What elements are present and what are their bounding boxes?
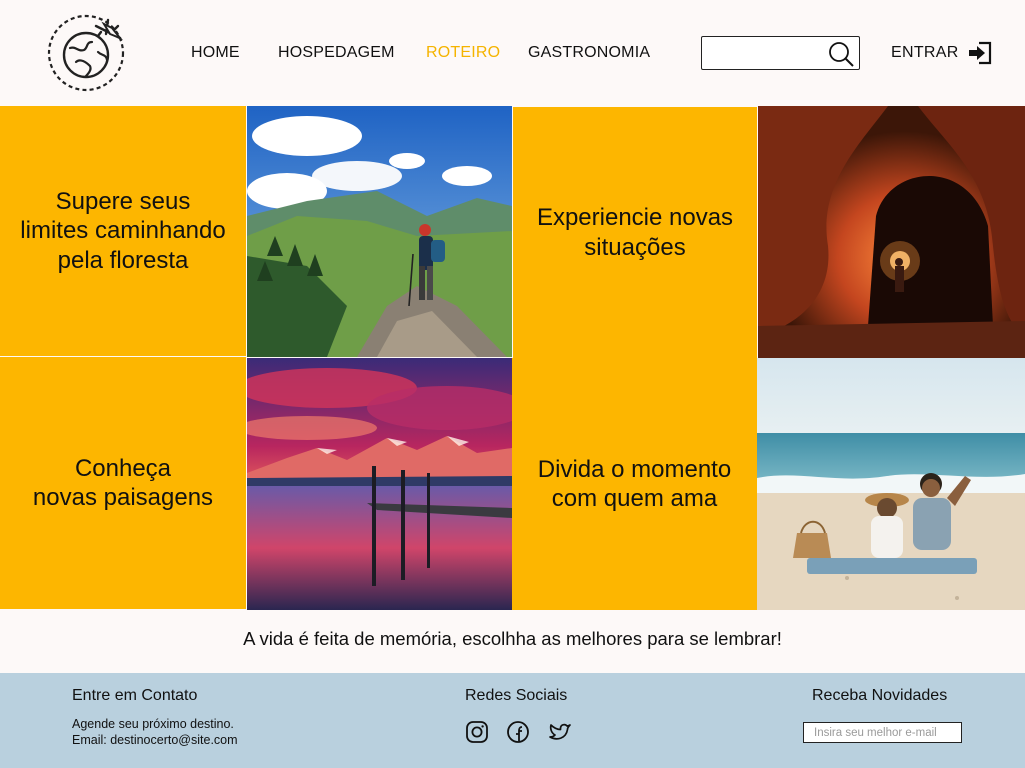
- tile-share-text: Divida o momento com quem ama: [512, 358, 757, 610]
- sunset-lake-pier-photo: [247, 358, 512, 610]
- tile-caption: Supere seus limites caminhando pela flor…: [20, 188, 226, 274]
- tile-caption: Conheça novas paisagens: [32, 454, 214, 511]
- nav-hospedagem[interactable]: HOSPEDAGEM: [278, 44, 395, 62]
- nav-gastronomia[interactable]: GASTRONOMIA: [528, 44, 650, 62]
- login-button[interactable]: ENTRAR: [891, 38, 993, 68]
- tile-landscape-text: Conheça novas paisagens: [0, 357, 246, 609]
- search-box: [701, 36, 860, 70]
- nav-roteiro[interactable]: ROTEIRO: [426, 44, 500, 62]
- globe-airplane-logo-icon[interactable]: [46, 12, 126, 94]
- tile-caption: Experiencie novas situações: [536, 204, 734, 261]
- facebook-icon[interactable]: [506, 720, 530, 744]
- nav-home[interactable]: HOME: [191, 44, 240, 62]
- hiker-on-mountain-photo: [247, 106, 512, 357]
- contact-email: Email: destinocerto@site.com: [72, 733, 238, 747]
- login-label: ENTRAR: [891, 44, 959, 61]
- tile-experience-text: Experiencie novas situações: [513, 107, 757, 358]
- person-with-torch-in-cave-photo: [758, 106, 1025, 358]
- sign-in-icon: [967, 40, 993, 66]
- site-header: HOME HOSPEDAGEM ROTEIRO GASTRONOMIA ENTR…: [0, 0, 1025, 106]
- instagram-icon[interactable]: [465, 720, 489, 744]
- couple-on-beach-photo: [757, 358, 1025, 610]
- contact-title: Entre em Contato: [72, 687, 198, 704]
- site-footer: Entre em Contato Agende seu próximo dest…: [0, 673, 1025, 768]
- tile-caption: Divida o momento com quem ama: [537, 455, 732, 512]
- newsletter-title: Receba Novidades: [812, 687, 948, 704]
- contact-line: Agende seu próximo destino.: [72, 717, 234, 731]
- newsletter-email-input[interactable]: [803, 722, 962, 743]
- tagline: A vida é feita de memória, escolhha as m…: [243, 628, 782, 649]
- tile-hiking-text: Supere seus limites caminhando pela flor…: [0, 106, 246, 356]
- search-input[interactable]: [708, 43, 824, 63]
- search-icon[interactable]: [827, 40, 855, 68]
- social-title: Redes Sociais: [465, 687, 568, 704]
- twitter-icon[interactable]: [548, 720, 572, 744]
